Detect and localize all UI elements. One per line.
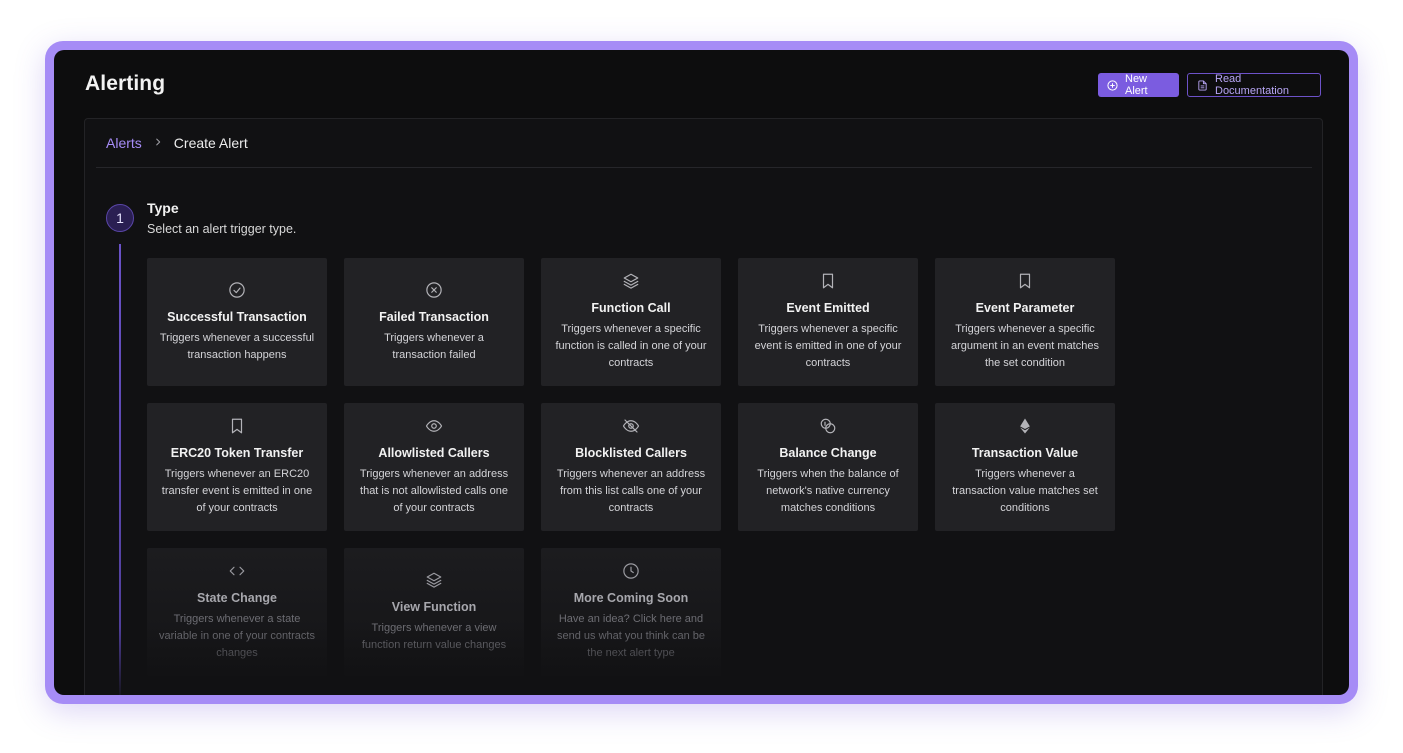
card-description: Triggers whenever an address from this l… — [556, 468, 706, 514]
breadcrumb: Alerts Create Alert — [106, 135, 248, 151]
card-title: More Coming Soon — [573, 591, 689, 605]
card-title: Function Call — [591, 301, 671, 315]
coins-icon — [820, 418, 836, 434]
card-description: Triggers when the balance of network's n… — [757, 468, 899, 514]
card-description: Triggers whenever a specific function is… — [555, 323, 707, 369]
card-title: Transaction Value — [971, 446, 1079, 460]
bookmark-icon — [1019, 273, 1031, 289]
card-title: Successful Transaction — [167, 309, 307, 324]
card-title: Event Parameter — [975, 301, 1075, 315]
layers-icon — [623, 273, 639, 289]
chevron-right-icon — [153, 136, 163, 150]
divider — [96, 167, 1312, 168]
card-description: Triggers whenever a successful transacti… — [159, 331, 315, 361]
eye-off-icon — [622, 419, 640, 433]
page-title: Alerting — [85, 72, 166, 95]
alert-type-card-allowlisted-callers[interactable]: Allowlisted Callers Triggers whenever an … — [344, 403, 524, 531]
alert-type-card-event-parameter[interactable]: Event Parameter Triggers whenever a speci… — [935, 258, 1115, 386]
alert-type-card-event-emitted[interactable]: Event Emitted Triggers whenever a specifi… — [738, 258, 918, 386]
card-title: Blocklisted Callers — [575, 446, 687, 460]
ethereum-icon — [1020, 418, 1030, 434]
read-documentation-button[interactable]: Read Documentation — [1187, 73, 1321, 97]
read-documentation-label: Read Documentation — [1215, 73, 1289, 97]
app-frame: Alerting New Alert Read Documentation Al… — [45, 41, 1358, 704]
card-description: Triggers whenever a state variable in on… — [159, 613, 315, 659]
step-title: Type — [147, 200, 179, 216]
eye-icon — [425, 420, 443, 432]
bookmark-icon — [231, 418, 243, 434]
x-circle-icon — [426, 281, 442, 298]
card-description: Triggers whenever an address that is not… — [359, 468, 509, 514]
alert-type-card-view-function[interactable]: View Function Triggers whenever a view fu… — [344, 548, 524, 676]
card-title: Balance Change — [779, 446, 877, 460]
card-title: View Function — [391, 599, 477, 614]
create-alert-panel: Alerts Create Alert 1 Type Select an ale… — [84, 118, 1323, 695]
step-progress-line — [119, 244, 121, 695]
alert-type-card-more-coming-soon[interactable]: More Coming Soon Have an idea? Click here… — [541, 548, 721, 676]
check-circle-icon — [229, 281, 245, 298]
alert-type-card-function-call[interactable]: Function Call Triggers whenever a specifi… — [541, 258, 721, 386]
alert-type-card-failed-transaction[interactable]: Failed Transaction Triggers whenever a tr… — [344, 258, 524, 386]
alert-type-card-state-change[interactable]: State Change Triggers whenever a state va… — [147, 548, 327, 676]
clock-icon — [623, 563, 639, 579]
app-window: Alerting New Alert Read Documentation Al… — [54, 50, 1349, 695]
card-title: Event Emitted — [786, 301, 870, 315]
plus-circle-icon — [1107, 79, 1118, 91]
card-description: Triggers whenever a transaction value ma… — [952, 468, 1098, 514]
card-description: Triggers whenever a view function return… — [361, 621, 507, 651]
card-title: ERC20 Token Transfer — [170, 446, 304, 460]
new-alert-button[interactable]: New Alert — [1098, 73, 1179, 97]
new-alert-label: New Alert — [1125, 73, 1148, 97]
alert-type-card-erc20-token-transfer[interactable]: ERC20 Token Transfer Triggers whenever an… — [147, 403, 327, 531]
alert-type-card-transaction-value[interactable]: Transaction Value Triggers whenever a tra… — [935, 403, 1115, 531]
breadcrumb-current: Create Alert — [173, 135, 248, 151]
card-description: Have an idea? Click here and send us wha… — [557, 613, 705, 659]
layers-icon — [426, 572, 442, 588]
card-description: Triggers whenever a specific event is em… — [754, 323, 902, 369]
alert-type-card-balance-change[interactable]: Balance Change Triggers when the balance … — [738, 403, 918, 531]
card-description: Triggers whenever a transaction failed — [384, 331, 484, 361]
card-title: Failed Transaction — [379, 309, 489, 324]
document-icon — [1198, 79, 1207, 91]
breadcrumb-alerts-link[interactable]: Alerts — [106, 135, 142, 151]
card-title: Allowlisted Callers — [378, 446, 490, 460]
alert-type-card-blocklisted-callers[interactable]: Blocklisted Callers Triggers whenever an … — [541, 403, 721, 531]
bookmark-icon — [822, 273, 834, 289]
card-description: Triggers whenever an ERC20 transfer even… — [161, 468, 313, 514]
card-title: State Change — [197, 591, 277, 605]
card-description: Triggers whenever a specific argument in… — [951, 323, 1099, 369]
step-number-badge: 1 — [106, 204, 134, 232]
code-icon — [229, 566, 245, 576]
alert-type-card-successful-transaction[interactable]: Successful Transaction Triggers whenever … — [147, 258, 327, 386]
step-subtitle: Select an alert trigger type. — [147, 222, 297, 236]
